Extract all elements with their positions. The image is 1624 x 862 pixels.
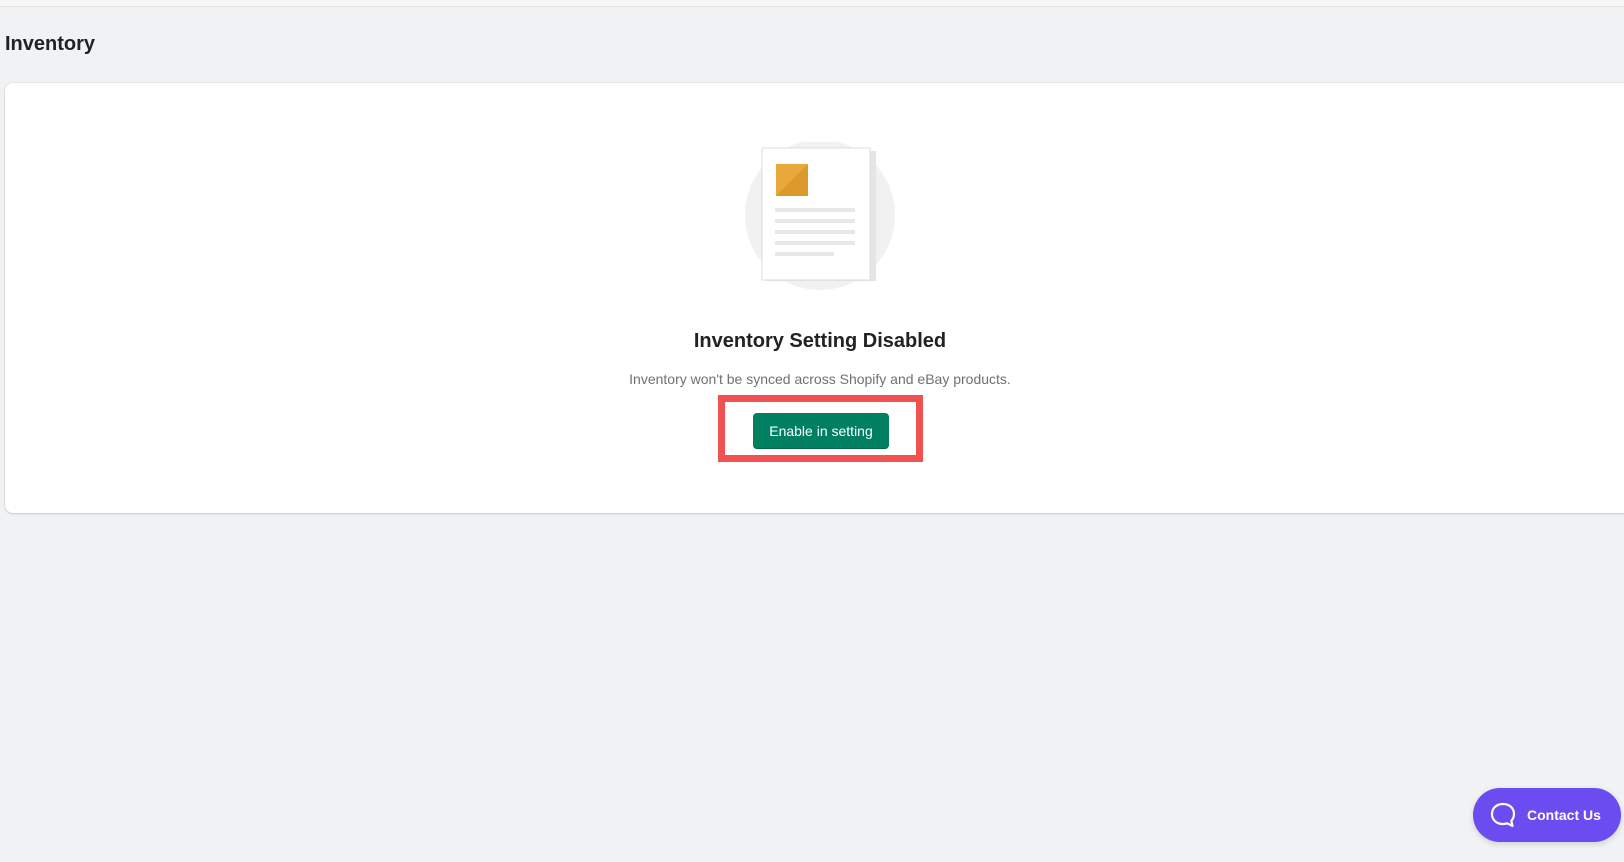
- chat-bubble-icon: [1490, 802, 1516, 828]
- empty-state-heading: Inventory Setting Disabled: [693, 330, 947, 352]
- top-bar-divider: [0, 0, 1624, 7]
- document-icon: [745, 142, 895, 290]
- contact-us-button[interactable]: Contact Us: [1473, 788, 1621, 842]
- page-title: Inventory: [5, 33, 96, 55]
- contact-us-label: Contact Us: [1527, 807, 1601, 823]
- empty-state-description: Inventory won't be synced across Shopify…: [629, 371, 1011, 387]
- enable-in-setting-button[interactable]: Enable in setting: [753, 413, 889, 449]
